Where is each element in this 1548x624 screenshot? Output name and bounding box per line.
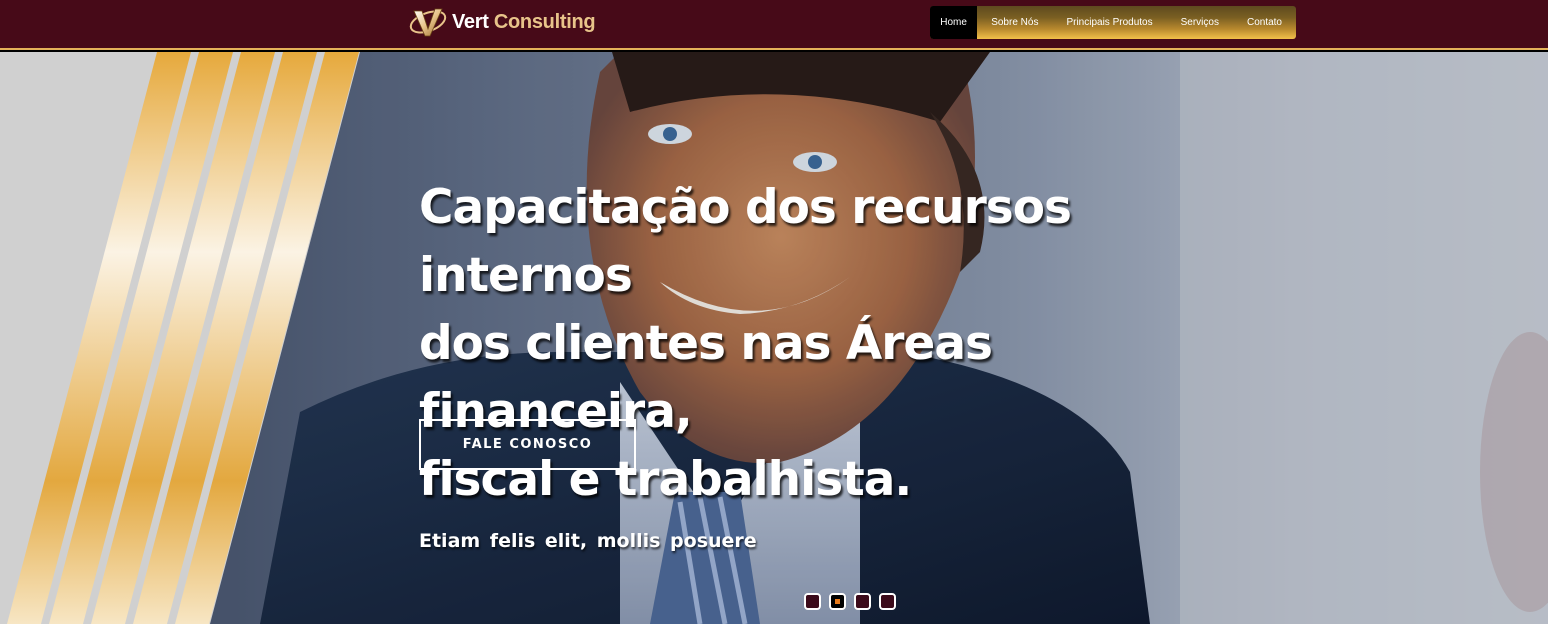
slide-dot-3[interactable] [854, 593, 871, 610]
gold-stripes-decoration [0, 52, 360, 624]
nav-servicos[interactable]: Serviços [1167, 6, 1233, 39]
hero-title-line: Capacitação dos recursos internos [419, 180, 1072, 303]
hero-subtitle: Etiam felis elit, mollis posuere [419, 530, 757, 552]
site-header: Vert Consulting Home Sobre Nós Principai… [0, 0, 1548, 50]
nav-contato[interactable]: Contato [1233, 6, 1296, 39]
logo-word-vert: Vert [452, 10, 489, 33]
nav-principais-produtos[interactable]: Principais Produtos [1052, 6, 1166, 39]
nav-home[interactable]: Home [930, 6, 978, 39]
hero-content: Capacitação dos recursos internos dos cl… [419, 174, 1239, 552]
nav-sobre-nos[interactable]: Sobre Nós [977, 6, 1052, 39]
main-nav: Home Sobre Nós Principais Produtos Servi… [930, 6, 1296, 39]
logo-text: Vert Consulting [452, 10, 596, 34]
slide-dot-4[interactable] [879, 593, 896, 610]
slide-dot-2-active[interactable] [829, 593, 846, 610]
slide-dot-1[interactable] [804, 593, 821, 610]
hero-slider: Capacitação dos recursos internos dos cl… [0, 52, 1548, 624]
slider-pagination [804, 593, 896, 610]
fale-conosco-button[interactable]: FALE CONOSCO [419, 419, 636, 470]
logo-word-consulting: Consulting [493, 10, 596, 33]
logo[interactable]: Vert Consulting [408, 4, 596, 40]
v-logo-mark-icon [409, 8, 447, 37]
